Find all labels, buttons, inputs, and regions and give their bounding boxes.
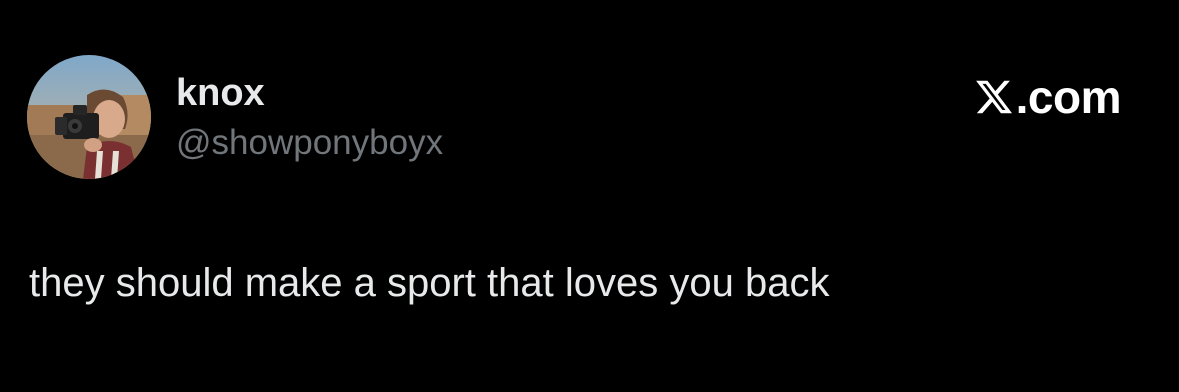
x-logo-icon	[975, 80, 1012, 114]
author-display-name[interactable]: knox	[176, 70, 265, 116]
x-com-branding: .com	[974, 71, 1122, 123]
avatar[interactable]	[27, 55, 151, 179]
tweet-text: they should make a sport that loves you …	[29, 261, 830, 305]
author-handle[interactable]: @showponyboyx	[176, 121, 443, 165]
brand-domain-text: .com	[1015, 71, 1122, 123]
tweet-card: knox @showponyboyx .com they should make…	[0, 0, 1179, 392]
avatar-photo-icon	[27, 55, 151, 179]
